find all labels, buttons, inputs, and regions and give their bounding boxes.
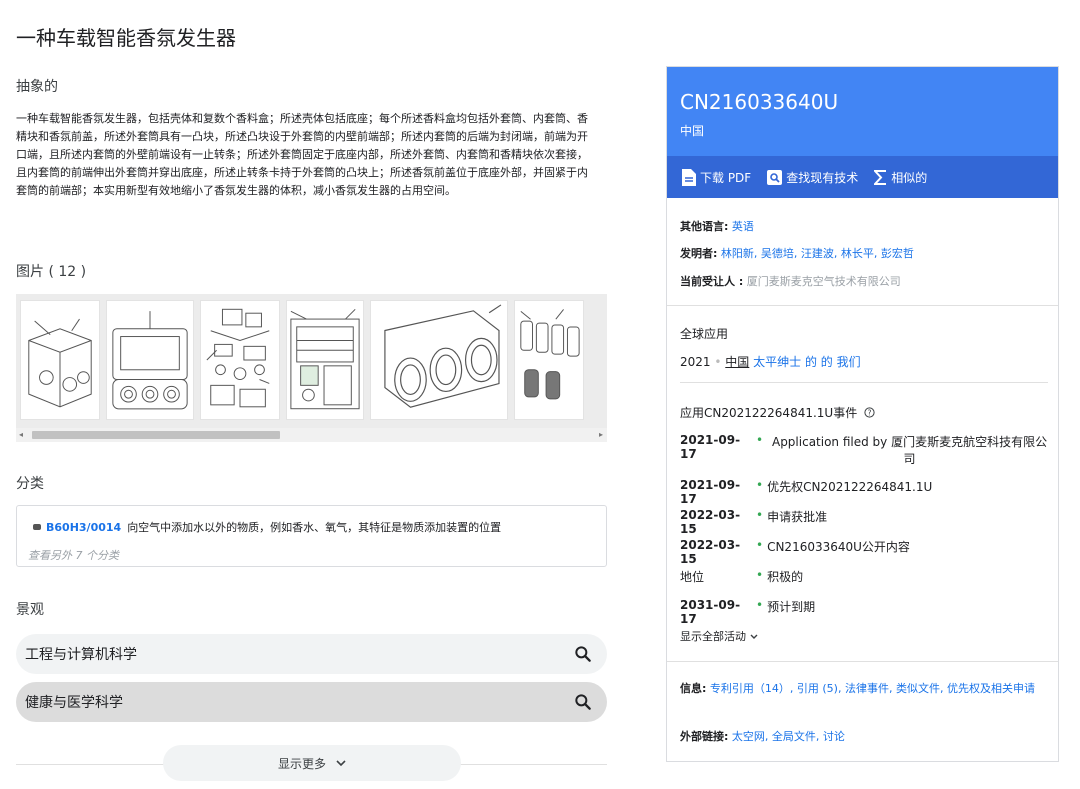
search-icon[interactable] bbox=[573, 644, 593, 664]
sigma-icon bbox=[874, 169, 887, 185]
similar-button[interactable]: 相似的 bbox=[874, 169, 927, 186]
download-pdf-button[interactable]: 下载 PDF bbox=[682, 168, 752, 186]
similar-label: 相似的 bbox=[891, 170, 928, 185]
event-row: 2022-03-15 • CN216033640U公开内容 bbox=[680, 538, 910, 566]
global-applications-heading: 全球应用 bbox=[680, 327, 729, 341]
events-heading: 应用CN202122264841.1U事件 ? bbox=[680, 404, 875, 421]
event-row: 2022-03-15 • 申请获批准 bbox=[680, 508, 828, 536]
external-links-list[interactable]: 太空网, 全局文件, 讨论 bbox=[732, 730, 845, 743]
publication-number: CN216033640U bbox=[680, 90, 839, 114]
more-classifications-link[interactable]: 查看另外 7 个分类 bbox=[28, 547, 119, 563]
scroll-right-icon[interactable]: ▸ bbox=[599, 430, 603, 439]
other-languages: 其他语言: 英语 bbox=[680, 220, 754, 233]
gallery-scrollbar[interactable]: ◂ ▸ bbox=[16, 428, 607, 442]
page-title: 一种车载智能香氛发生器 bbox=[16, 26, 236, 50]
prior-art-icon bbox=[767, 169, 783, 185]
figure-thumbnail-4[interactable] bbox=[286, 300, 364, 420]
search-icon[interactable] bbox=[573, 692, 593, 712]
scroll-left-icon[interactable]: ◂ bbox=[19, 430, 23, 439]
classification-row: B60H3/0014 向空气中添加水以外的物质，例如香水、氧气，其特征是物质添加… bbox=[33, 519, 501, 535]
help-icon[interactable]: ? bbox=[864, 407, 875, 418]
card-actions-bar: 下载 PDF 查找现有技术 相似的 bbox=[667, 156, 1058, 198]
status-row: 地位 • 积极的 bbox=[680, 568, 804, 584]
landscape-item-label: 健康与医学科学 bbox=[25, 695, 123, 711]
figure-thumbnail-5[interactable] bbox=[370, 300, 508, 420]
other-language-link[interactable]: 英语 bbox=[732, 220, 754, 233]
divider bbox=[667, 661, 1058, 662]
classification-description: 向空气中添加水以外的物质，例如香水、氧气，其特征是物质添加装置的位置 bbox=[127, 521, 502, 534]
figure-thumbnail-3[interactable] bbox=[200, 300, 280, 420]
landscape-item-health[interactable]: 健康与医学科学 bbox=[16, 682, 607, 722]
global-applications-row: 2021 • 中国 太平绅士 的 的 我们 bbox=[680, 355, 861, 369]
publication-country: 中国 bbox=[680, 124, 705, 138]
inventors-links[interactable]: 林阳新, 吴德培, 汪建波, 林长平, 彭宏哲 bbox=[721, 247, 914, 260]
event-row: 2021-09-17 • Application filed by 厦门麦斯麦克航… bbox=[680, 433, 1048, 466]
assignee-value: 厦门麦斯麦克空气技术有限公司 bbox=[746, 275, 901, 288]
image-gallery[interactable]: ◂ ▸ bbox=[16, 294, 607, 442]
patent-info-card: CN216033640U 中国 下载 PDF 查找现有技术 相似的 其他语言: … bbox=[666, 66, 1059, 762]
global-country-link[interactable]: 中国 bbox=[725, 355, 749, 369]
external-links: 外部链接: 太空网, 全局文件, 讨论 bbox=[680, 730, 845, 743]
show-more-label: 显示更多 bbox=[277, 756, 326, 771]
landscape-item-engineering[interactable]: 工程与计算机科学 bbox=[16, 634, 607, 674]
divider bbox=[680, 382, 1048, 383]
chevron-down-icon bbox=[750, 634, 757, 639]
pdf-icon bbox=[682, 168, 696, 186]
classification-box: B60H3/0014 向空气中添加水以外的物质，例如香水、氧气，其特征是物质添加… bbox=[16, 505, 607, 567]
chevron-down-icon bbox=[336, 759, 346, 766]
classification-heading: 分类 bbox=[16, 476, 44, 492]
prior-art-label: 查找现有技术 bbox=[786, 170, 859, 185]
figure-thumbnail-2[interactable] bbox=[106, 300, 194, 420]
landscape-heading: 景观 bbox=[16, 602, 44, 618]
show-all-events-link[interactable]: 显示全部活动 bbox=[680, 628, 758, 644]
prior-art-button[interactable]: 查找现有技术 bbox=[767, 169, 858, 186]
global-year: 2021 bbox=[680, 355, 711, 369]
figure-thumbnail-1[interactable] bbox=[20, 300, 100, 420]
card-header: CN216033640U 中国 bbox=[667, 67, 1058, 156]
figure-thumbnail-6[interactable] bbox=[514, 300, 584, 420]
event-row: 2031-09-17 • 预计到期 bbox=[680, 598, 816, 626]
global-other-link[interactable]: 太平绅士 的 的 我们 bbox=[753, 355, 860, 369]
scrollbar-thumb[interactable] bbox=[32, 431, 280, 439]
info-links-list[interactable]: 专利引用（14）, 引用 (5), 法律事件, 类似文件, 优先权及相关申请 bbox=[710, 682, 1035, 695]
inventors: 发明者: 林阳新, 吴德培, 汪建波, 林长平, 彭宏哲 bbox=[680, 247, 914, 260]
landscape-item-label: 工程与计算机科学 bbox=[25, 647, 137, 663]
abstract-heading: 抽象的 bbox=[16, 79, 58, 95]
divider bbox=[667, 305, 1058, 306]
download-pdf-label: 下载 PDF bbox=[700, 170, 752, 185]
current-assignee: 当前受让人 : 厦门麦斯麦克空气技术有限公司 bbox=[680, 275, 901, 288]
tag-icon bbox=[33, 524, 41, 530]
classification-code-link[interactable]: B60H3/0014 bbox=[46, 521, 121, 534]
abstract-text: 一种车载智能香氛发生器，包括壳体和复数个香料盒；所述壳体包括底座；每个所述香料盒… bbox=[16, 112, 588, 197]
images-heading: 图片 ( 12 ) bbox=[16, 264, 87, 280]
svg-text:?: ? bbox=[868, 408, 872, 417]
show-more-button[interactable]: 显示更多 bbox=[163, 745, 461, 781]
info-links: 信息: 专利引用（14）, 引用 (5), 法律事件, 类似文件, 优先权及相关… bbox=[680, 682, 1035, 695]
event-row: 2021-09-17 • 优先权CN202122264841.1U bbox=[680, 478, 933, 506]
